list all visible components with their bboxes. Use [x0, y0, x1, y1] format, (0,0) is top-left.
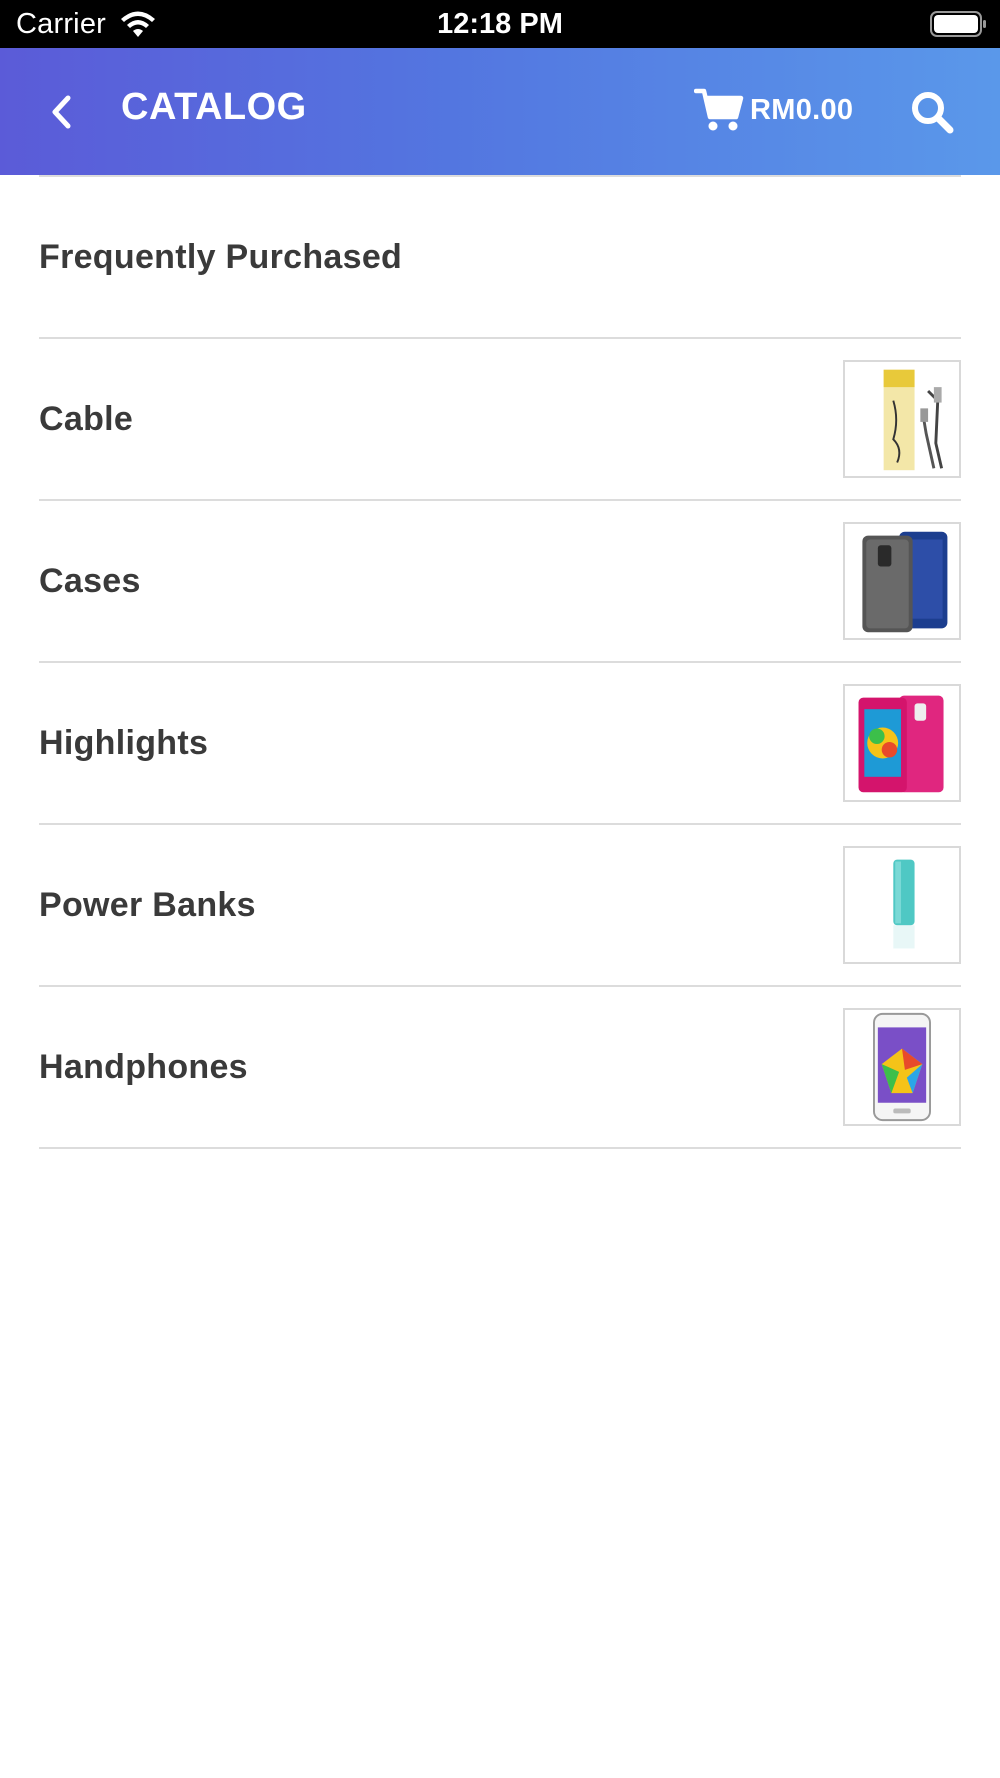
highlights-thumbnail [843, 684, 961, 802]
catalog-item-label: Cable [39, 399, 134, 438]
page-title: CATALOG [121, 86, 307, 128]
cases-thumbnail [843, 522, 961, 640]
catalog-item-highlights[interactable]: Highlights [39, 663, 961, 825]
catalog-item-label: Frequently Purchased [39, 237, 403, 276]
catalog-item-frequently-purchased[interactable]: Frequently Purchased [39, 177, 961, 339]
catalog-list: Frequently Purchased Cable Cases Highlig… [39, 175, 961, 1149]
shopping-cart-icon [694, 88, 744, 131]
back-button[interactable] [38, 82, 84, 142]
cart-button[interactable]: RM0.00 [694, 80, 853, 140]
handphones-thumbnail [843, 1008, 961, 1126]
catalog-item-power-banks[interactable]: Power Banks [39, 825, 961, 987]
cable-thumbnail [843, 360, 961, 478]
catalog-item-label: Handphones [39, 1047, 248, 1086]
app-header: CATALOG RM0.00 [0, 48, 1000, 175]
catalog-item-cable[interactable]: Cable [39, 339, 961, 501]
catalog-item-handphones[interactable]: Handphones [39, 987, 961, 1149]
catalog-item-label: Highlights [39, 723, 209, 762]
battery-icon [930, 11, 988, 37]
chevron-left-icon [52, 95, 71, 129]
catalog-item-label: Power Banks [39, 885, 256, 924]
power-banks-thumbnail [843, 846, 961, 964]
catalog-item-cases[interactable]: Cases [39, 501, 961, 663]
clock-time: 12:18 PM [437, 8, 563, 40]
catalog-item-label: Cases [39, 561, 141, 600]
search-icon [912, 92, 954, 134]
status-bar: Carrier 12:18 PM [0, 0, 1000, 48]
search-button[interactable] [908, 88, 956, 136]
cart-total: RM0.00 [750, 93, 854, 126]
